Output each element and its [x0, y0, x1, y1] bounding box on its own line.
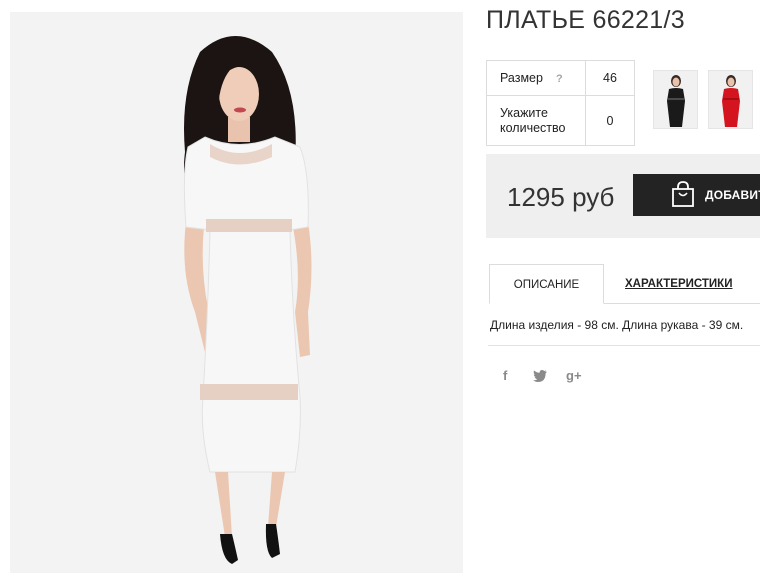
quantity-label-line1: Укажите [500, 105, 548, 120]
twitter-icon[interactable] [533, 370, 547, 385]
black-dress-thumbnail-image [654, 71, 697, 128]
size-value[interactable]: 46 [585, 60, 635, 96]
black-dress-thumbnail[interactable] [653, 70, 698, 129]
add-to-cart-button[interactable]: ДОБАВИТЬ [633, 174, 760, 216]
size-label: Размер [500, 71, 543, 85]
shopping-bag-icon [671, 181, 695, 211]
red-dress-thumbnail-image [709, 71, 752, 128]
product-options-table: Размер? 46 Укажите количество 0 [486, 60, 635, 146]
tab-description[interactable]: ОПИСАНИЕ [489, 264, 604, 304]
add-to-cart-label: ДОБАВИТЬ [705, 188, 760, 202]
size-label-cell: Размер? [486, 60, 586, 96]
google-plus-icon[interactable]: g+ [566, 368, 582, 383]
quantity-label-cell: Укажите количество [486, 95, 586, 146]
tab-characteristics[interactable]: ХАРАКТЕРИСТИКИ [625, 264, 732, 304]
price: 1295 руб [507, 182, 615, 212]
dress-model-illustration [10, 12, 463, 573]
facebook-icon[interactable]: f [503, 368, 507, 383]
product-main-image[interactable] [10, 12, 463, 573]
product-title: ПЛАТЬЕ 66221/3 [486, 6, 685, 34]
price-box: 1295 руб ДОБАВИТЬ [486, 154, 760, 238]
quantity-row: Укажите количество 0 [486, 95, 635, 146]
quantity-input[interactable]: 0 [585, 95, 635, 146]
product-tabs: ОПИСАНИЕ ХАРАКТЕРИСТИКИ [489, 264, 760, 304]
size-help-icon[interactable]: ? [556, 73, 563, 85]
product-description: Длина изделия - 98 см. Длина рукава - 39… [490, 318, 744, 332]
quantity-label-line2: количество [500, 120, 566, 135]
section-divider [488, 345, 760, 346]
size-row: Размер? 46 [486, 60, 635, 96]
red-dress-thumbnail[interactable] [708, 70, 753, 129]
